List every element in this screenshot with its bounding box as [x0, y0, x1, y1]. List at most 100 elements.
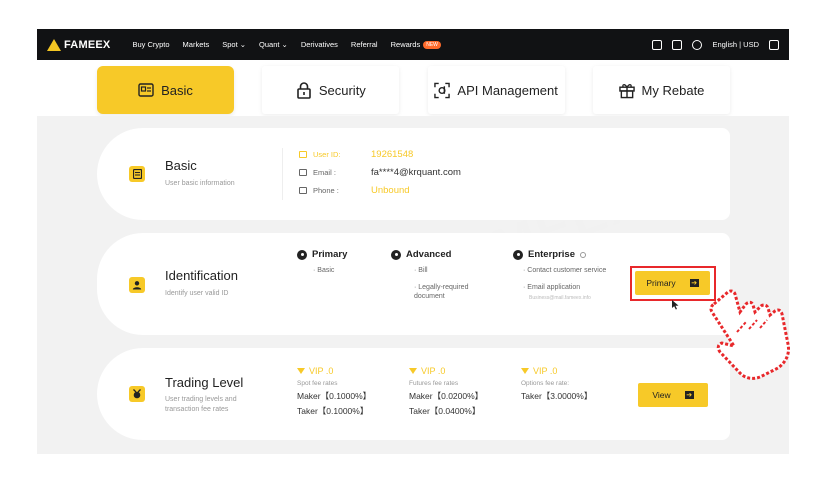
document-icon — [129, 166, 145, 182]
user-id-row: User ID: 19261548 — [299, 149, 413, 160]
assets-icon[interactable] — [672, 39, 683, 50]
language-currency-select[interactable]: English | USD — [712, 40, 759, 49]
level-enterprise: Enterprise · Contact customer service · … — [513, 249, 608, 303]
level-enterprise-head: Enterprise — [513, 249, 608, 260]
email-icon — [299, 169, 307, 176]
trading-level-card: Trading Level User trading levels and tr… — [97, 348, 730, 440]
nav-markets[interactable]: Markets — [183, 40, 210, 49]
diamond-icon — [297, 368, 305, 374]
identification-title: Identification — [165, 268, 238, 283]
nav-derivatives[interactable]: Derivatives — [301, 40, 338, 49]
orders-icon[interactable] — [652, 39, 663, 50]
tab-security-label: Security — [318, 82, 366, 98]
enterprise-email[interactable]: Business@mail.fameex.info — [513, 294, 608, 303]
logo-icon — [47, 38, 61, 51]
level-advanced-head: Advanced — [391, 249, 483, 260]
nav-quant[interactable]: Quant ⌄ — [259, 40, 288, 49]
spot-maker-fee: Maker【0.1000%】 — [297, 391, 372, 401]
level-icon — [513, 249, 523, 260]
view-button-label: View — [652, 390, 671, 400]
email-value: fa****4@krquant.com — [371, 167, 461, 178]
tab-my-rebate-label: My Rebate — [641, 82, 705, 98]
account-tabs: Basic Security API Management My Rebate — [37, 66, 789, 116]
download-icon[interactable] — [769, 39, 779, 50]
level-primary-head: Primary — [297, 249, 347, 260]
level-icon — [297, 249, 307, 260]
id-card-icon — [138, 82, 154, 98]
vip-options: VIP .0 Options fee rate: Taker【3.0000%】 — [521, 366, 592, 402]
level-icon — [391, 249, 401, 260]
phone-row: Phone : Unbound — [299, 185, 410, 196]
level-enterprise-name: Enterprise — [528, 249, 575, 260]
level-primary-name: Primary — [312, 249, 348, 260]
new-badge: NEW — [423, 40, 441, 49]
futures-taker-fee: Taker【0.0400%】 — [409, 406, 481, 416]
gift-icon — [618, 82, 635, 98]
vip-options-level: VIP .0 — [533, 366, 558, 376]
nav-rewards[interactable]: Rewards NEW — [391, 40, 441, 49]
vip-options-head: VIP .0 — [521, 366, 592, 376]
diamond-icon — [409, 368, 417, 374]
nav-buy-crypto[interactable]: Buy Crypto — [132, 40, 169, 49]
phone-icon — [299, 187, 307, 194]
user-id-label-text: User ID: — [313, 150, 341, 159]
nav-referral[interactable]: Referral — [351, 40, 378, 49]
view-button[interactable]: View ➔ — [638, 383, 708, 407]
phone-label: Phone : — [299, 186, 371, 195]
level-primary: Primary · Basic — [297, 249, 347, 275]
user-id-label: User ID: — [299, 150, 371, 159]
spot-fee-label: Spot fee rates — [297, 380, 338, 387]
nav-spot[interactable]: Spot ⌄ — [222, 40, 246, 49]
user-id-value: 19261548 — [371, 149, 414, 160]
trading-level-title: Trading Level — [165, 375, 244, 390]
futures-maker-fee: Maker【0.0200%】 — [409, 391, 484, 401]
tab-basic[interactable]: Basic — [97, 66, 234, 114]
page: FAMEEX Buy Crypto Markets Spot ⌄ Quant ⌄… — [0, 0, 823, 480]
phone-label-text: Phone : — [313, 186, 339, 195]
info-icon[interactable] — [580, 251, 586, 258]
user-icon[interactable] — [692, 39, 703, 50]
logo-text: FAMEEX — [64, 38, 111, 51]
identification-subtitle: Identify user valid ID — [165, 290, 229, 297]
vip-spot-level: VIP .0 — [309, 366, 334, 376]
level-advanced-item: · Bill — [414, 267, 428, 274]
basic-subtitle: User basic information — [165, 180, 235, 187]
diamond-icon — [521, 368, 529, 374]
level-advanced: Advanced · Bill · Legally-required docum… — [391, 249, 483, 301]
lock-icon — [296, 81, 312, 99]
level-primary-item: · Basic — [313, 267, 335, 274]
arrow-right-icon: ➔ — [684, 391, 694, 399]
medal-icon — [129, 386, 145, 402]
tab-security[interactable]: Security — [262, 66, 400, 114]
phone-value[interactable]: Unbound — [371, 185, 410, 196]
tab-api-management-label: API Management — [457, 82, 558, 98]
content-area: FAMEEX Basic User basic information User… — [37, 116, 789, 454]
user-id-icon — [299, 151, 307, 158]
vip-spot-head: VIP .0 — [297, 366, 371, 376]
basic-card: Basic User basic information User ID: 19… — [97, 128, 730, 220]
email-row: Email : fa****4@krquant.com — [299, 167, 461, 178]
level-enterprise-item: · Contact customer service — [523, 267, 607, 274]
tab-api-management[interactable]: API Management — [427, 66, 565, 114]
trading-level-subtitle: User trading levels and transaction fee … — [165, 396, 237, 413]
tab-basic-label: Basic — [161, 82, 193, 98]
nav-rewards-label: Rewards — [390, 40, 421, 49]
level-enterprise-item: · Email application — [523, 284, 581, 291]
pointing-hand-icon — [709, 289, 790, 380]
vip-futures-level: VIP .0 — [421, 366, 446, 376]
spot-taker-fee: Taker【0.1000%】 — [297, 406, 369, 416]
nav-menu: Buy Crypto Markets Spot ⌄ Quant ⌄ Deriva… — [132, 40, 441, 49]
mouse-cursor-icon — [672, 300, 679, 310]
vip-spot: VIP .0 Spot fee rates Maker【0.1000%】 Tak… — [297, 366, 371, 417]
user-id-card-icon — [129, 277, 145, 293]
api-icon — [434, 82, 451, 98]
tab-my-rebate[interactable]: My Rebate — [592, 66, 730, 114]
futures-fee-label: Futures fee rates — [409, 380, 459, 387]
fameex-logo[interactable]: FAMEEX — [47, 38, 111, 51]
nav-right: English | USD — [652, 39, 779, 50]
basic-title: Basic — [165, 158, 197, 173]
options-fee-label: Options fee rate: — [521, 380, 570, 387]
identification-card: Identification Identify user valid ID Pr… — [97, 233, 730, 335]
vip-futures-head: VIP .0 — [409, 366, 483, 376]
top-nav: FAMEEX Buy Crypto Markets Spot ⌄ Quant ⌄… — [37, 29, 789, 60]
